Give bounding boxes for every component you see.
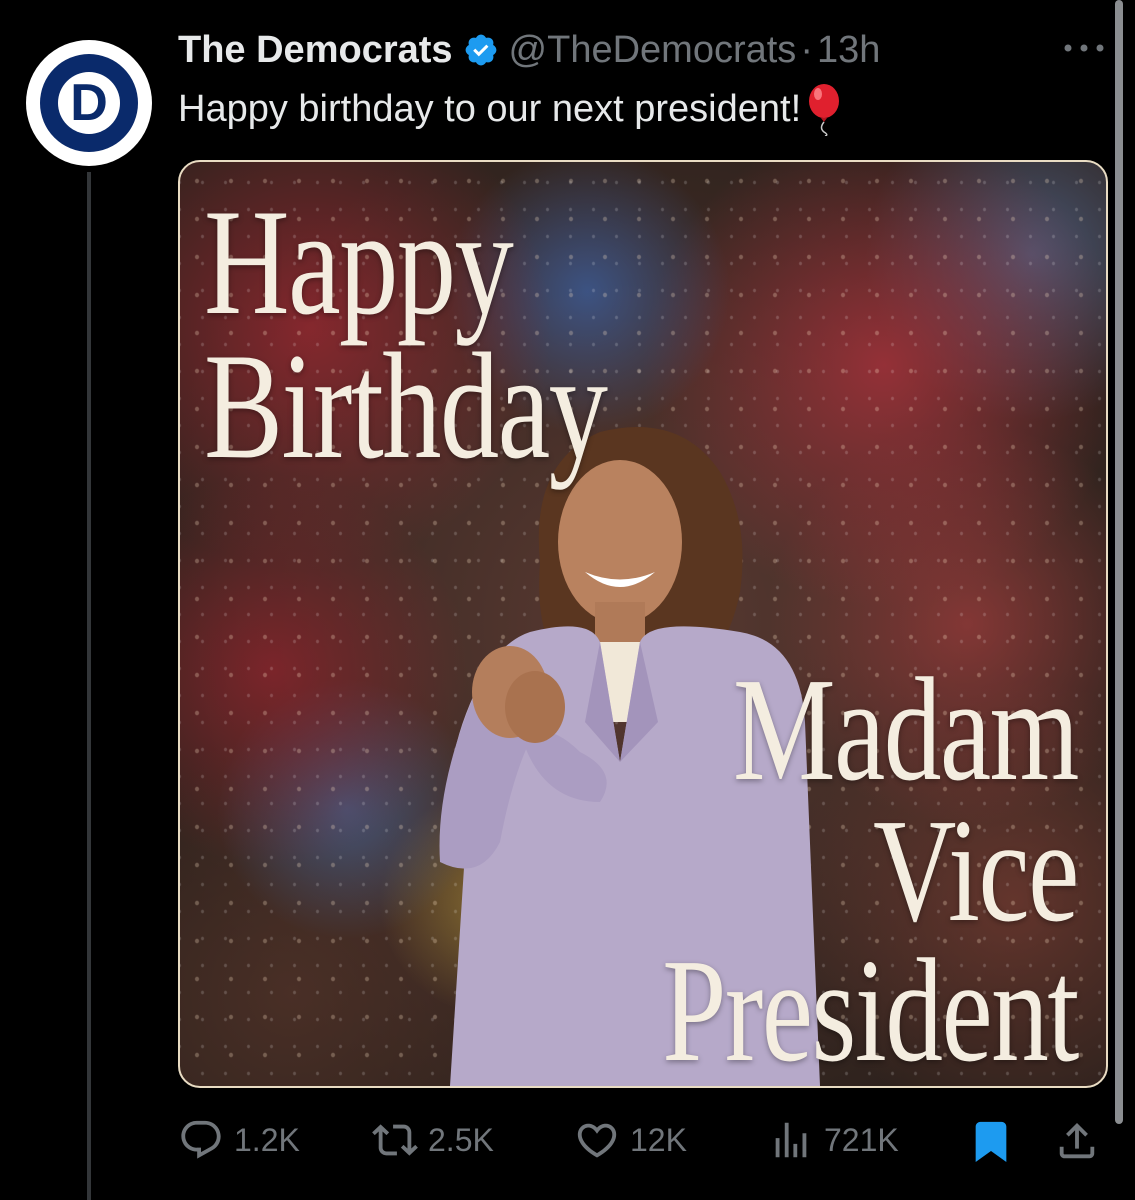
like-button[interactable]: 12K [574,1112,687,1168]
headline-line: Birthday [204,322,608,491]
headline-happy-birthday: Happy Birthday [204,178,608,491]
separator-dot: · [800,28,813,71]
balloon-emoji-icon [809,84,840,136]
repost-count: 2.5K [428,1121,494,1158]
views-button[interactable]: 721K [768,1112,899,1168]
subtitle-line: Vice [873,788,1079,953]
avatar-ring: D [40,54,138,152]
subtitle-madam-vice-president: Madam Vice President [662,648,1079,1088]
subtitle-line: Madam [733,648,1079,812]
action-bar: 1.2K 2.5K 12K 721K [178,1112,1108,1168]
views-chart-icon [775,1122,807,1158]
avatar[interactable]: D [26,40,152,166]
tweet-text-content: Happy birthday to our next president! [178,87,802,130]
avatar-inner: D [58,72,120,134]
timestamp[interactable]: 13h [817,29,880,72]
verified-badge-icon [465,34,496,66]
reply-count: 1.2K [234,1121,300,1158]
repost-icon [372,1124,418,1156]
headline-line: Happy [204,178,514,346]
like-count: 12K [630,1121,687,1158]
reply-icon [181,1120,221,1159]
avatar-letter: D [70,74,108,132]
more-dots-icon[interactable] [1060,36,1108,60]
views-count: 721K [824,1121,899,1158]
display-name[interactable]: The Democrats [178,29,453,72]
heart-icon [577,1123,617,1158]
bookmark-icon[interactable] [968,1118,1014,1164]
tweet-header: The Democrats @TheDemocrats · 13h [178,28,880,72]
subtitle-line: President [662,929,1079,1088]
tweet-image[interactable]: Happy Birthday Madam Vice President [178,160,1108,1088]
repost-button[interactable]: 2.5K [372,1112,494,1168]
share-icon[interactable] [1054,1118,1100,1164]
reply-button[interactable]: 1.2K [178,1112,300,1168]
scrollbar[interactable] [1115,0,1123,1124]
handle[interactable]: @TheDemocrats [509,29,797,72]
tweet-text: Happy birthday to our next president! [178,82,843,136]
thread-line [87,172,91,1200]
